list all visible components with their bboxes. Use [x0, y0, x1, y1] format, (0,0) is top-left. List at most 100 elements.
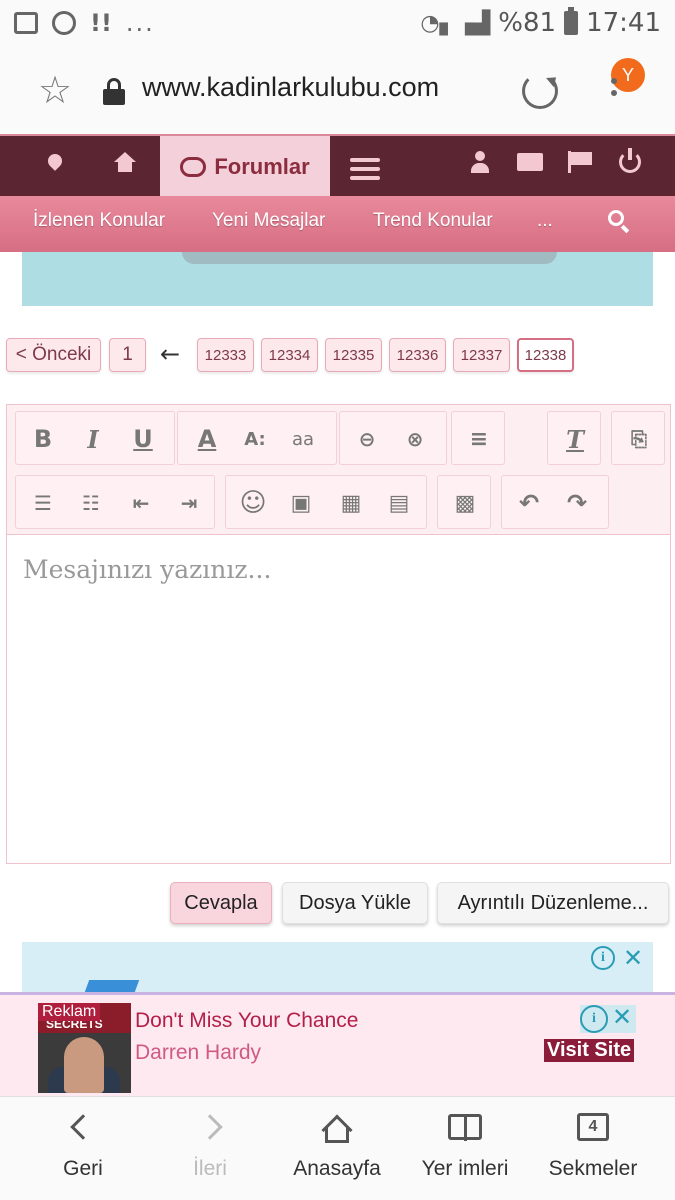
page-button[interactable]: 12336	[389, 338, 446, 372]
bookmark-star-icon[interactable]: ☆	[38, 70, 78, 110]
power-icon[interactable]	[619, 148, 641, 173]
alert-notification-icon: !!	[90, 9, 112, 37]
media-icon[interactable]: ▦	[334, 486, 368, 520]
battery-icon	[564, 7, 579, 35]
undo-icon[interactable]: ↶	[512, 486, 546, 520]
message-editor: B I U A A: aa ⊖ ⊗ ≡ T ⎘ ☰ ☷ ⇤ ⇥ ☺ ▣ ▦ ▤ …	[6, 404, 671, 864]
forward-label: İleri	[193, 1157, 227, 1180]
bookmarks-button[interactable]: Yer imleri	[400, 1097, 530, 1200]
indent-icon[interactable]: ⇥	[172, 486, 206, 520]
tabs-label: Sekmeler	[548, 1157, 638, 1180]
battery-percent: %81	[498, 8, 557, 38]
back-label: Geri	[63, 1157, 103, 1180]
text-style-group: B I U	[15, 411, 175, 465]
forward-button[interactable]: İleri	[145, 1097, 275, 1200]
reload-icon[interactable]	[522, 73, 558, 109]
save-group: ▩	[437, 475, 491, 529]
align-left-icon[interactable]: ≡	[462, 422, 496, 456]
ad-info-icon[interactable]: i	[591, 946, 615, 970]
menu-dot-icon[interactable]	[611, 90, 617, 96]
profile-avatar[interactable]: Y	[611, 58, 645, 92]
font-family-button[interactable]: aa	[286, 422, 320, 456]
page-button[interactable]: 12333	[197, 338, 254, 372]
align-group: ≡	[451, 411, 505, 465]
outdent-icon[interactable]: ⇤	[124, 486, 158, 520]
page-button[interactable]: 12334	[261, 338, 318, 372]
ad-info-icon[interactable]: i	[580, 1005, 608, 1033]
ad-title[interactable]: Don't Miss Your Chance	[135, 1009, 358, 1033]
save-draft-icon[interactable]: ▩	[448, 486, 482, 520]
hamburger-menu-icon[interactable]	[350, 158, 380, 185]
font-group: A A: aa	[177, 411, 337, 465]
location-pin-icon[interactable]	[45, 151, 65, 171]
upload-file-button[interactable]: Dosya Yükle	[282, 882, 428, 924]
clock: 17:41	[586, 8, 661, 38]
search-icon[interactable]	[608, 210, 624, 226]
browser-address-bar: ☆ www.kadinlarkulubu.com	[0, 46, 675, 134]
link-icon[interactable]: ⊖	[350, 422, 384, 456]
bullet-list-icon[interactable]: ☰	[26, 486, 60, 520]
redo-icon[interactable]: ↷	[560, 486, 594, 520]
page-button-first[interactable]: 1	[109, 338, 146, 372]
smiley-icon[interactable]: ☺	[236, 486, 270, 520]
ad-close-icon[interactable]: ✕	[621, 946, 645, 970]
nav-new-posts[interactable]: Yeni Mesajlar	[212, 210, 325, 232]
envelope-icon[interactable]	[517, 153, 543, 171]
reply-button[interactable]: Cevapla	[170, 882, 272, 924]
page-button[interactable]: 12337	[453, 338, 510, 372]
wifi-icon: ◔▖▗▟	[420, 10, 491, 36]
home-label: Anasayfa	[293, 1157, 381, 1180]
gallery-notification-icon	[14, 12, 38, 34]
message-input[interactable]: Mesajınızı yazınız...	[23, 555, 271, 584]
browser-bottom-nav: Geri İleri Anasayfa Yer imleri 4 Sekmele…	[0, 1096, 675, 1200]
italic-button[interactable]: I	[76, 422, 110, 456]
list-group: ☰ ☷ ⇤ ⇥	[15, 475, 215, 529]
underline-button[interactable]: U	[126, 422, 160, 456]
lock-icon[interactable]	[103, 78, 125, 105]
user-icon[interactable]	[471, 151, 489, 173]
ad-advertiser[interactable]: Darren Hardy	[135, 1041, 261, 1065]
forward-arrow-icon	[197, 1114, 223, 1140]
bold-button[interactable]: B	[26, 422, 60, 456]
ad-banner[interactable]: i ✕	[22, 942, 653, 992]
insert-block-icon[interactable]: ▤	[382, 486, 416, 520]
back-button[interactable]: Geri	[18, 1097, 148, 1200]
image-icon[interactable]: ▣	[284, 486, 318, 520]
secondary-nav: İzlenen Konular Yeni Mesajlar Trend Konu…	[0, 196, 675, 252]
numbered-list-icon[interactable]: ☷	[74, 486, 108, 520]
insert-group: ☺ ▣ ▦ ▤	[225, 475, 427, 529]
advanced-edit-button[interactable]: Ayrıntılı Düzenleme...	[437, 882, 669, 924]
comments-icon	[180, 157, 207, 177]
nav-trending-threads[interactable]: Trend Konular	[373, 210, 493, 232]
font-color-button[interactable]: A	[190, 422, 224, 456]
page-jump-arrow[interactable]: ←	[160, 340, 180, 368]
flag-icon[interactable]	[568, 151, 592, 173]
nav-watched-threads[interactable]: İzlenen Konular	[33, 210, 165, 232]
account-notification-icon	[52, 11, 76, 35]
home-icon[interactable]	[114, 152, 136, 172]
banner-image	[22, 252, 653, 306]
url-field[interactable]: www.kadinlarkulubu.com	[142, 72, 439, 103]
home-button[interactable]: Anasayfa	[272, 1097, 402, 1200]
nav-more[interactable]: ...	[537, 210, 553, 232]
prev-page-button[interactable]: < Önceki	[6, 338, 101, 372]
clear-format-button[interactable]: T	[558, 422, 592, 456]
more-notifications: ...	[125, 9, 155, 37]
current-page-button[interactable]: 12338	[517, 338, 574, 372]
font-size-button[interactable]: A:	[238, 422, 272, 456]
home-icon	[321, 1113, 353, 1146]
menu-dot-icon[interactable]	[611, 78, 617, 84]
ad-close-icon[interactable]: ✕	[608, 1005, 636, 1033]
history-group: ↶ ↷	[501, 475, 609, 529]
toggle-bbcode-icon[interactable]: ⎘	[622, 422, 656, 456]
toggle-source-group: ⎘	[611, 411, 665, 465]
sticky-ad[interactable]: SECRETS Reklam Don't Miss Your Chance Da…	[0, 992, 675, 1096]
visit-site-button[interactable]: Visit Site	[544, 1039, 635, 1062]
unlink-icon[interactable]: ⊗	[398, 422, 432, 456]
tab-forums[interactable]: Forumlar	[160, 136, 330, 198]
site-header: Forumlar	[0, 134, 675, 198]
tabs-button[interactable]: 4 Sekmeler	[528, 1097, 658, 1200]
bookmarks-label: Yer imleri	[421, 1157, 509, 1180]
ad-label: Reklam	[38, 1003, 101, 1021]
page-button[interactable]: 12335	[325, 338, 382, 372]
